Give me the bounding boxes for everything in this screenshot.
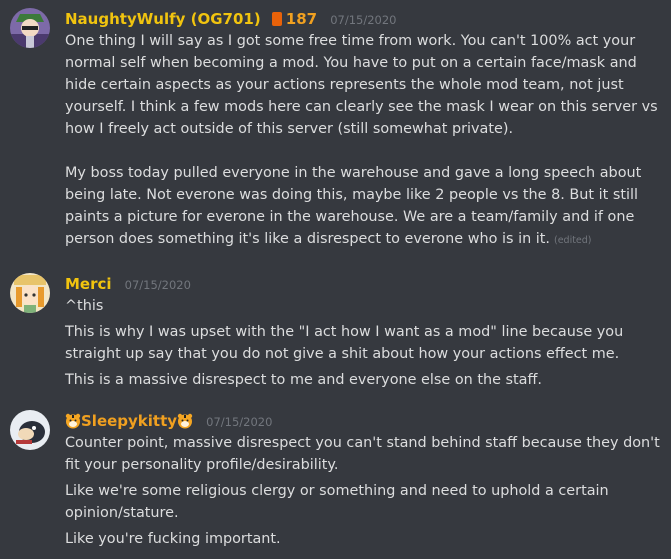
timestamp: 07/15/2020 [206, 415, 273, 429]
message-text: ^this [65, 298, 104, 314]
avatar[interactable] [10, 273, 50, 313]
message-text: Like we're some religious clergy or some… [65, 483, 609, 521]
tiger-face-icon [65, 413, 81, 429]
orange-book-icon [271, 12, 282, 26]
message-header: Merci 07/15/2020 [65, 273, 661, 295]
message-header: NaughtyWulfy (OG701) 187 07/15/2020 [65, 8, 661, 30]
username[interactable]: NaughtyWulfy (OG701) [65, 10, 261, 28]
message-text: Counter point, massive disrespect you ca… [65, 435, 660, 473]
message-body: NaughtyWulfy (OG701) 187 07/15/2020 One … [65, 8, 661, 252]
chat-messages: NaughtyWulfy (OG701) 187 07/15/2020 One … [0, 0, 671, 559]
message-text: Like you're fucking important. [65, 531, 281, 547]
message-text: This is a massive disrespect to me and e… [65, 372, 542, 388]
message-text: My boss today pulled everyone in the war… [65, 162, 661, 252]
username[interactable]: Merci [65, 275, 112, 293]
avatar[interactable] [10, 410, 50, 450]
timestamp: 07/15/2020 [124, 278, 191, 292]
badge-count: 187 [285, 10, 318, 28]
message-header: Sleepykitty 07/15/2020 [65, 410, 661, 432]
edited-label: (edited) [553, 235, 592, 246]
timestamp: 07/15/2020 [330, 13, 397, 27]
message-text: This is why I was upset with the "I act … [65, 324, 624, 362]
message-body: Sleepykitty 07/15/2020 Counter point, ma… [65, 410, 661, 550]
avatar-image [10, 273, 50, 313]
avatar-image [10, 8, 50, 48]
tiger-face-icon [177, 413, 193, 429]
message-body: Merci 07/15/2020 ^this This is why I was… [65, 273, 661, 391]
username[interactable]: Sleepykitty [81, 412, 177, 430]
avatar-image [10, 410, 50, 450]
message-text: One thing I will say as I got some free … [65, 33, 658, 137]
avatar[interactable] [10, 8, 50, 48]
